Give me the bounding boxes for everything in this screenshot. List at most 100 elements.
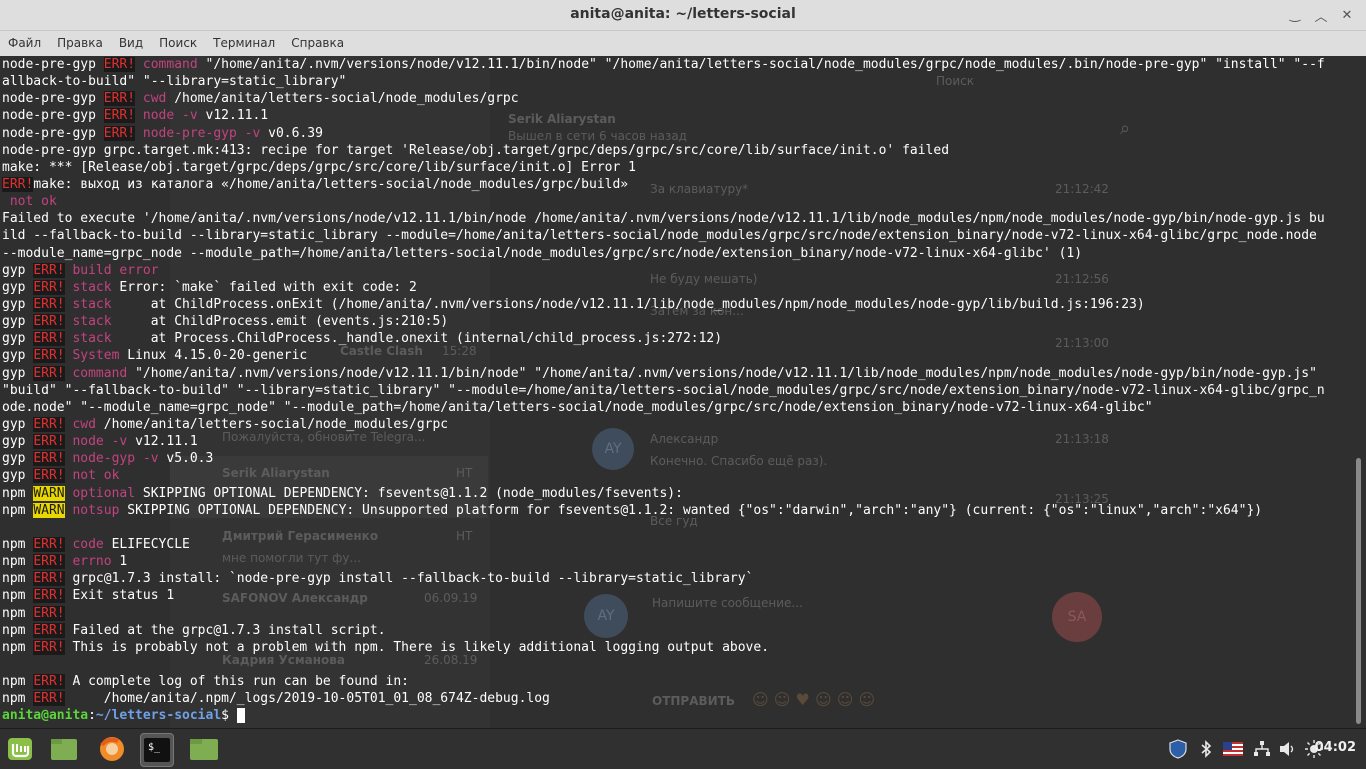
prompt-user: anita@anita bbox=[2, 708, 89, 724]
shield-icon[interactable] bbox=[1168, 739, 1188, 759]
terminal-text: command bbox=[135, 57, 198, 72]
err-label: ERR! bbox=[103, 91, 136, 107]
terminal-text: npm bbox=[2, 622, 34, 638]
minimize-icon[interactable]: ‿ bbox=[1288, 8, 1302, 23]
terminal-text: /home/anita/.npm/_logs/2019-10-05T01_01_… bbox=[64, 691, 550, 707]
err-label: ERR! bbox=[103, 125, 136, 141]
terminal-line: npm ERR! This is probably not a problem … bbox=[2, 639, 1346, 656]
terminal-icon[interactable]: $_ bbox=[140, 733, 174, 767]
terminal-text: node-pre-gyp bbox=[2, 91, 104, 107]
terminal-text: not ok bbox=[2, 194, 57, 210]
menu-file[interactable]: Файл bbox=[0, 31, 49, 56]
warn-label: WARN bbox=[33, 502, 65, 518]
terminal-view[interactable]: Поиск Serik Aliarystan Вышел в сети 6 ча… bbox=[0, 56, 1350, 728]
folder-icon[interactable] bbox=[188, 733, 220, 765]
terminal-text: System bbox=[64, 348, 120, 364]
err-label: ERR! bbox=[33, 674, 65, 690]
terminal-text: at Process.ChildProcess._handle.onexit (… bbox=[111, 331, 723, 347]
terminal-line: npm WARN notsup SKIPPING OPTIONAL DEPEND… bbox=[2, 502, 1346, 519]
window-titlebar[interactable]: anita@anita: ~/letters-social ‿ ︿ ✕ bbox=[0, 0, 1366, 31]
terminal-text: node-pre-gyp bbox=[2, 108, 104, 124]
prompt-line[interactable]: anita@anita:~/letters-social$ bbox=[2, 707, 1346, 724]
terminal-line: npm WARN optional SKIPPING OPTIONAL DEPE… bbox=[2, 485, 1346, 502]
terminal-text: Failed to execute '/home/anita/.nvm/vers… bbox=[2, 211, 1325, 227]
terminal-text: npm bbox=[2, 639, 34, 655]
terminal-text: make: выход из каталога «/home/anita/let… bbox=[33, 176, 629, 192]
err-label: ERR! bbox=[33, 639, 65, 655]
terminal-line: node-pre-gyp ERR! command "/home/anita/.… bbox=[2, 56, 1346, 73]
terminal-line: gyp ERR! stack at ChildProcess.onExit (/… bbox=[2, 296, 1346, 313]
terminal-text: build error bbox=[64, 262, 159, 278]
terminal-text: "build" "--fallback-to-build" "--library… bbox=[2, 382, 1325, 398]
files-icon[interactable] bbox=[48, 733, 80, 765]
terminal-text: Linux 4.15.0-20-generic bbox=[119, 348, 308, 364]
close-icon[interactable]: ✕ bbox=[1340, 8, 1354, 23]
terminal-text: Exit status 1 bbox=[64, 588, 175, 604]
err-label: ERR! bbox=[33, 588, 65, 604]
prompt-symbol: $ bbox=[221, 708, 237, 724]
terminal-text: gyp bbox=[2, 434, 34, 450]
terminal-output: node-pre-gyp ERR! command "/home/anita/.… bbox=[2, 56, 1346, 724]
mint-menu-icon[interactable] bbox=[4, 733, 36, 765]
terminal-line: --module_name=grpc_node --module_path=/h… bbox=[2, 245, 1346, 262]
err-label: ERR! bbox=[33, 296, 65, 312]
terminal-text: A complete log of this run can be found … bbox=[64, 674, 409, 690]
terminal-text: stack bbox=[64, 331, 112, 347]
terminal-line: "build" "--fallback-to-build" "--library… bbox=[2, 382, 1346, 399]
err-label: ERR! bbox=[2, 176, 34, 192]
terminal-text: gyp bbox=[2, 314, 34, 330]
terminal-line: npm ERR! Failed at the grpc@1.7.3 instal… bbox=[2, 622, 1346, 639]
menu-edit[interactable]: Правка bbox=[49, 31, 111, 56]
terminal-line: npm ERR! A complete log of this run can … bbox=[2, 673, 1346, 690]
menu-view[interactable]: Вид bbox=[111, 31, 151, 56]
terminal-text: v12.11.1 bbox=[197, 108, 269, 124]
terminal-line: npm ERR! grpc@1.7.3 install: `node-pre-g… bbox=[2, 570, 1346, 587]
terminal-text: 1 bbox=[111, 554, 128, 570]
terminal-text: cwd bbox=[135, 91, 167, 107]
terminal-line: node-pre-gyp ERR! node -v v12.11.1 bbox=[2, 107, 1346, 124]
terminal-line: npm ERR! Exit status 1 bbox=[2, 587, 1346, 604]
terminal-line: npm ERR! errno 1 bbox=[2, 553, 1346, 570]
bluetooth-icon[interactable] bbox=[1196, 739, 1216, 759]
terminal-text: npm bbox=[2, 691, 34, 707]
terminal-line: gyp ERR! build error bbox=[2, 262, 1346, 279]
clock[interactable]: 04:02 bbox=[1315, 740, 1356, 755]
terminal-text: /home/anita/letters-social/node_modules/… bbox=[166, 91, 519, 107]
terminal-text: code bbox=[64, 536, 104, 552]
terminal-text: npm bbox=[2, 674, 34, 690]
scrollbar-thumb[interactable] bbox=[1356, 458, 1361, 724]
volume-icon[interactable] bbox=[1278, 739, 1298, 759]
firefox-icon[interactable] bbox=[96, 733, 128, 765]
terminal-line: gyp ERR! command "/home/anita/.nvm/versi… bbox=[2, 365, 1346, 382]
err-label: ERR! bbox=[33, 691, 65, 707]
us-flag-icon[interactable] bbox=[1222, 739, 1244, 759]
menu-search[interactable]: Поиск bbox=[151, 31, 205, 56]
terminal-line: npm ERR! bbox=[2, 605, 1346, 622]
terminal-text: This is probably not a problem with npm.… bbox=[64, 639, 770, 655]
terminal-text: "/home/anita/.nvm/versions/node/v12.11.1… bbox=[127, 365, 1317, 381]
terminal-text: not ok bbox=[64, 468, 120, 484]
err-label: ERR! bbox=[33, 279, 65, 295]
terminal-scrollbar[interactable] bbox=[1350, 56, 1366, 728]
err-label: ERR! bbox=[33, 554, 65, 570]
terminal-text: gyp bbox=[2, 468, 34, 484]
terminal-text: ild --fallback-to-build --library=static… bbox=[2, 228, 1317, 244]
terminal-line: node-pre-gyp ERR! cwd /home/anita/letter… bbox=[2, 90, 1346, 107]
terminal-line: Failed to execute '/home/anita/.nvm/vers… bbox=[2, 210, 1346, 227]
terminal-line: npm ERR! /home/anita/.npm/_logs/2019-10-… bbox=[2, 690, 1346, 707]
terminal-text: npm bbox=[2, 605, 34, 621]
menu-help[interactable]: Справка bbox=[283, 31, 352, 56]
warn-label: WARN bbox=[33, 485, 65, 501]
maximize-icon[interactable]: ︿ bbox=[1314, 8, 1328, 25]
terminal-text: stack bbox=[64, 314, 112, 330]
menu-terminal[interactable]: Терминал bbox=[205, 31, 283, 56]
terminal-text: optional bbox=[64, 485, 136, 501]
terminal-text: gyp bbox=[2, 348, 34, 364]
network-icon[interactable] bbox=[1252, 739, 1272, 759]
terminal-text: Failed at the grpc@1.7.3 install script. bbox=[64, 622, 386, 638]
err-label: ERR! bbox=[33, 314, 65, 330]
terminal-text: grpc@1.7.3 install: `node-pre-gyp instal… bbox=[64, 571, 754, 587]
terminal-line: gyp ERR! cwd /home/anita/letters-social/… bbox=[2, 416, 1346, 433]
